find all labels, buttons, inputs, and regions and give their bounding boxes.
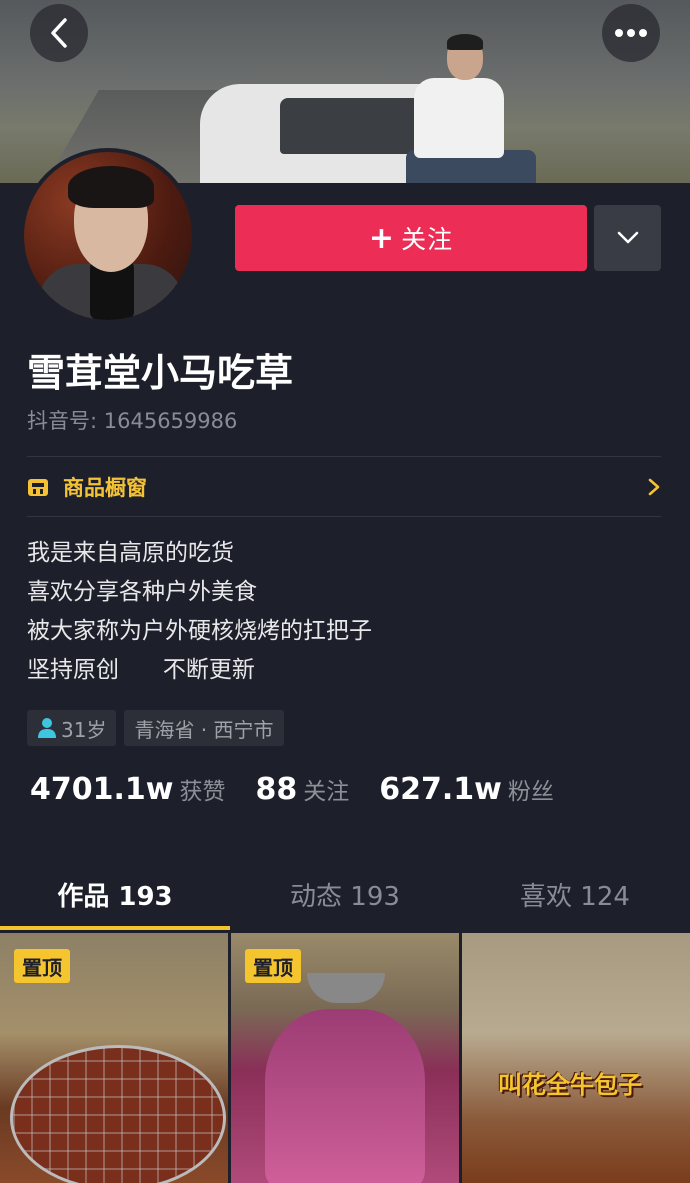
avatar[interactable]: [24, 152, 192, 320]
stat-number: 627.1w: [379, 772, 502, 807]
chevron-right-icon: [648, 478, 660, 496]
recommend-dropdown-button[interactable]: [594, 205, 661, 271]
video-thumbnail[interactable]: 置顶: [231, 933, 459, 1183]
age-tag: 31岁: [27, 710, 117, 746]
location-label: 青海省 · 西宁市: [134, 717, 274, 742]
followers-stat[interactable]: 627.1w 粉丝: [379, 772, 554, 807]
age-label: 31岁: [61, 717, 107, 742]
likes-stat: 4701.1w 获赞: [30, 772, 225, 807]
bowl-image: [307, 973, 385, 1003]
stat-label: 关注: [303, 779, 350, 805]
divider: [27, 456, 661, 457]
cover-car-window: [280, 98, 430, 154]
back-chevron-icon: [51, 18, 67, 48]
stat-number: 4701.1w: [30, 772, 174, 807]
stat-label: 粉丝: [507, 779, 554, 805]
bio: 我是来自高原的吃货 喜欢分享各种户外美食 被大家称为户外硬核烧烤的扛把子 坚持原…: [27, 534, 372, 690]
pinned-badge: 置顶: [14, 949, 70, 983]
bio-line: 坚持原创 不断更新: [27, 657, 255, 683]
more-dots-icon: [615, 29, 647, 37]
person-icon: [38, 718, 56, 738]
bio-line: 被大家称为户外硬核烧烤的扛把子: [27, 618, 372, 644]
grill-image: [10, 1045, 226, 1183]
content-tabs: 作品 193 动态 193 喜欢 124: [0, 858, 690, 930]
pot-image: [265, 1009, 425, 1183]
follow-label: 关注: [401, 225, 454, 254]
plus-icon: +: [368, 220, 396, 256]
stats-row: 4701.1w 获赞 88 关注 627.1w 粉丝: [30, 772, 584, 807]
tab-activity[interactable]: 动态 193: [230, 858, 460, 930]
shop-icon: [28, 479, 48, 496]
cover-person-hair: [447, 34, 483, 50]
follow-button[interactable]: + 关注: [235, 205, 587, 271]
bio-line: 喜欢分享各种户外美食: [27, 579, 257, 605]
following-stat[interactable]: 88 关注: [255, 772, 349, 807]
bio-line: 我是来自高原的吃货: [27, 540, 234, 566]
cover-person-body: [414, 78, 504, 158]
video-grid: 置顶 置顶 叫花全牛包子: [0, 933, 690, 1183]
shop-window-row[interactable]: 商品橱窗: [27, 458, 661, 516]
profile-tags: 31岁 青海省 · 西宁市: [27, 710, 284, 746]
profile-name: 雪茸堂小马吃草: [27, 351, 294, 395]
tab-works[interactable]: 作品 193: [0, 858, 230, 930]
location-tag: 青海省 · 西宁市: [124, 710, 284, 746]
tab-likes[interactable]: 喜欢 124: [460, 858, 690, 930]
video-thumbnail[interactable]: 置顶: [0, 933, 228, 1183]
chevron-down-icon: [617, 231, 638, 244]
back-button[interactable]: [30, 4, 88, 62]
video-caption: 叫花全牛包子: [498, 1071, 642, 1099]
more-button[interactable]: [602, 4, 660, 62]
douyin-id: 抖音号: 1645659986: [27, 409, 238, 433]
avatar-hair: [68, 166, 154, 208]
shop-window-label: 商品橱窗: [63, 476, 147, 500]
divider: [27, 516, 661, 517]
video-thumbnail[interactable]: 叫花全牛包子: [462, 933, 690, 1183]
stat-number: 88: [255, 772, 298, 807]
pinned-badge: 置顶: [245, 949, 301, 983]
stat-label: 获赞: [179, 779, 226, 805]
